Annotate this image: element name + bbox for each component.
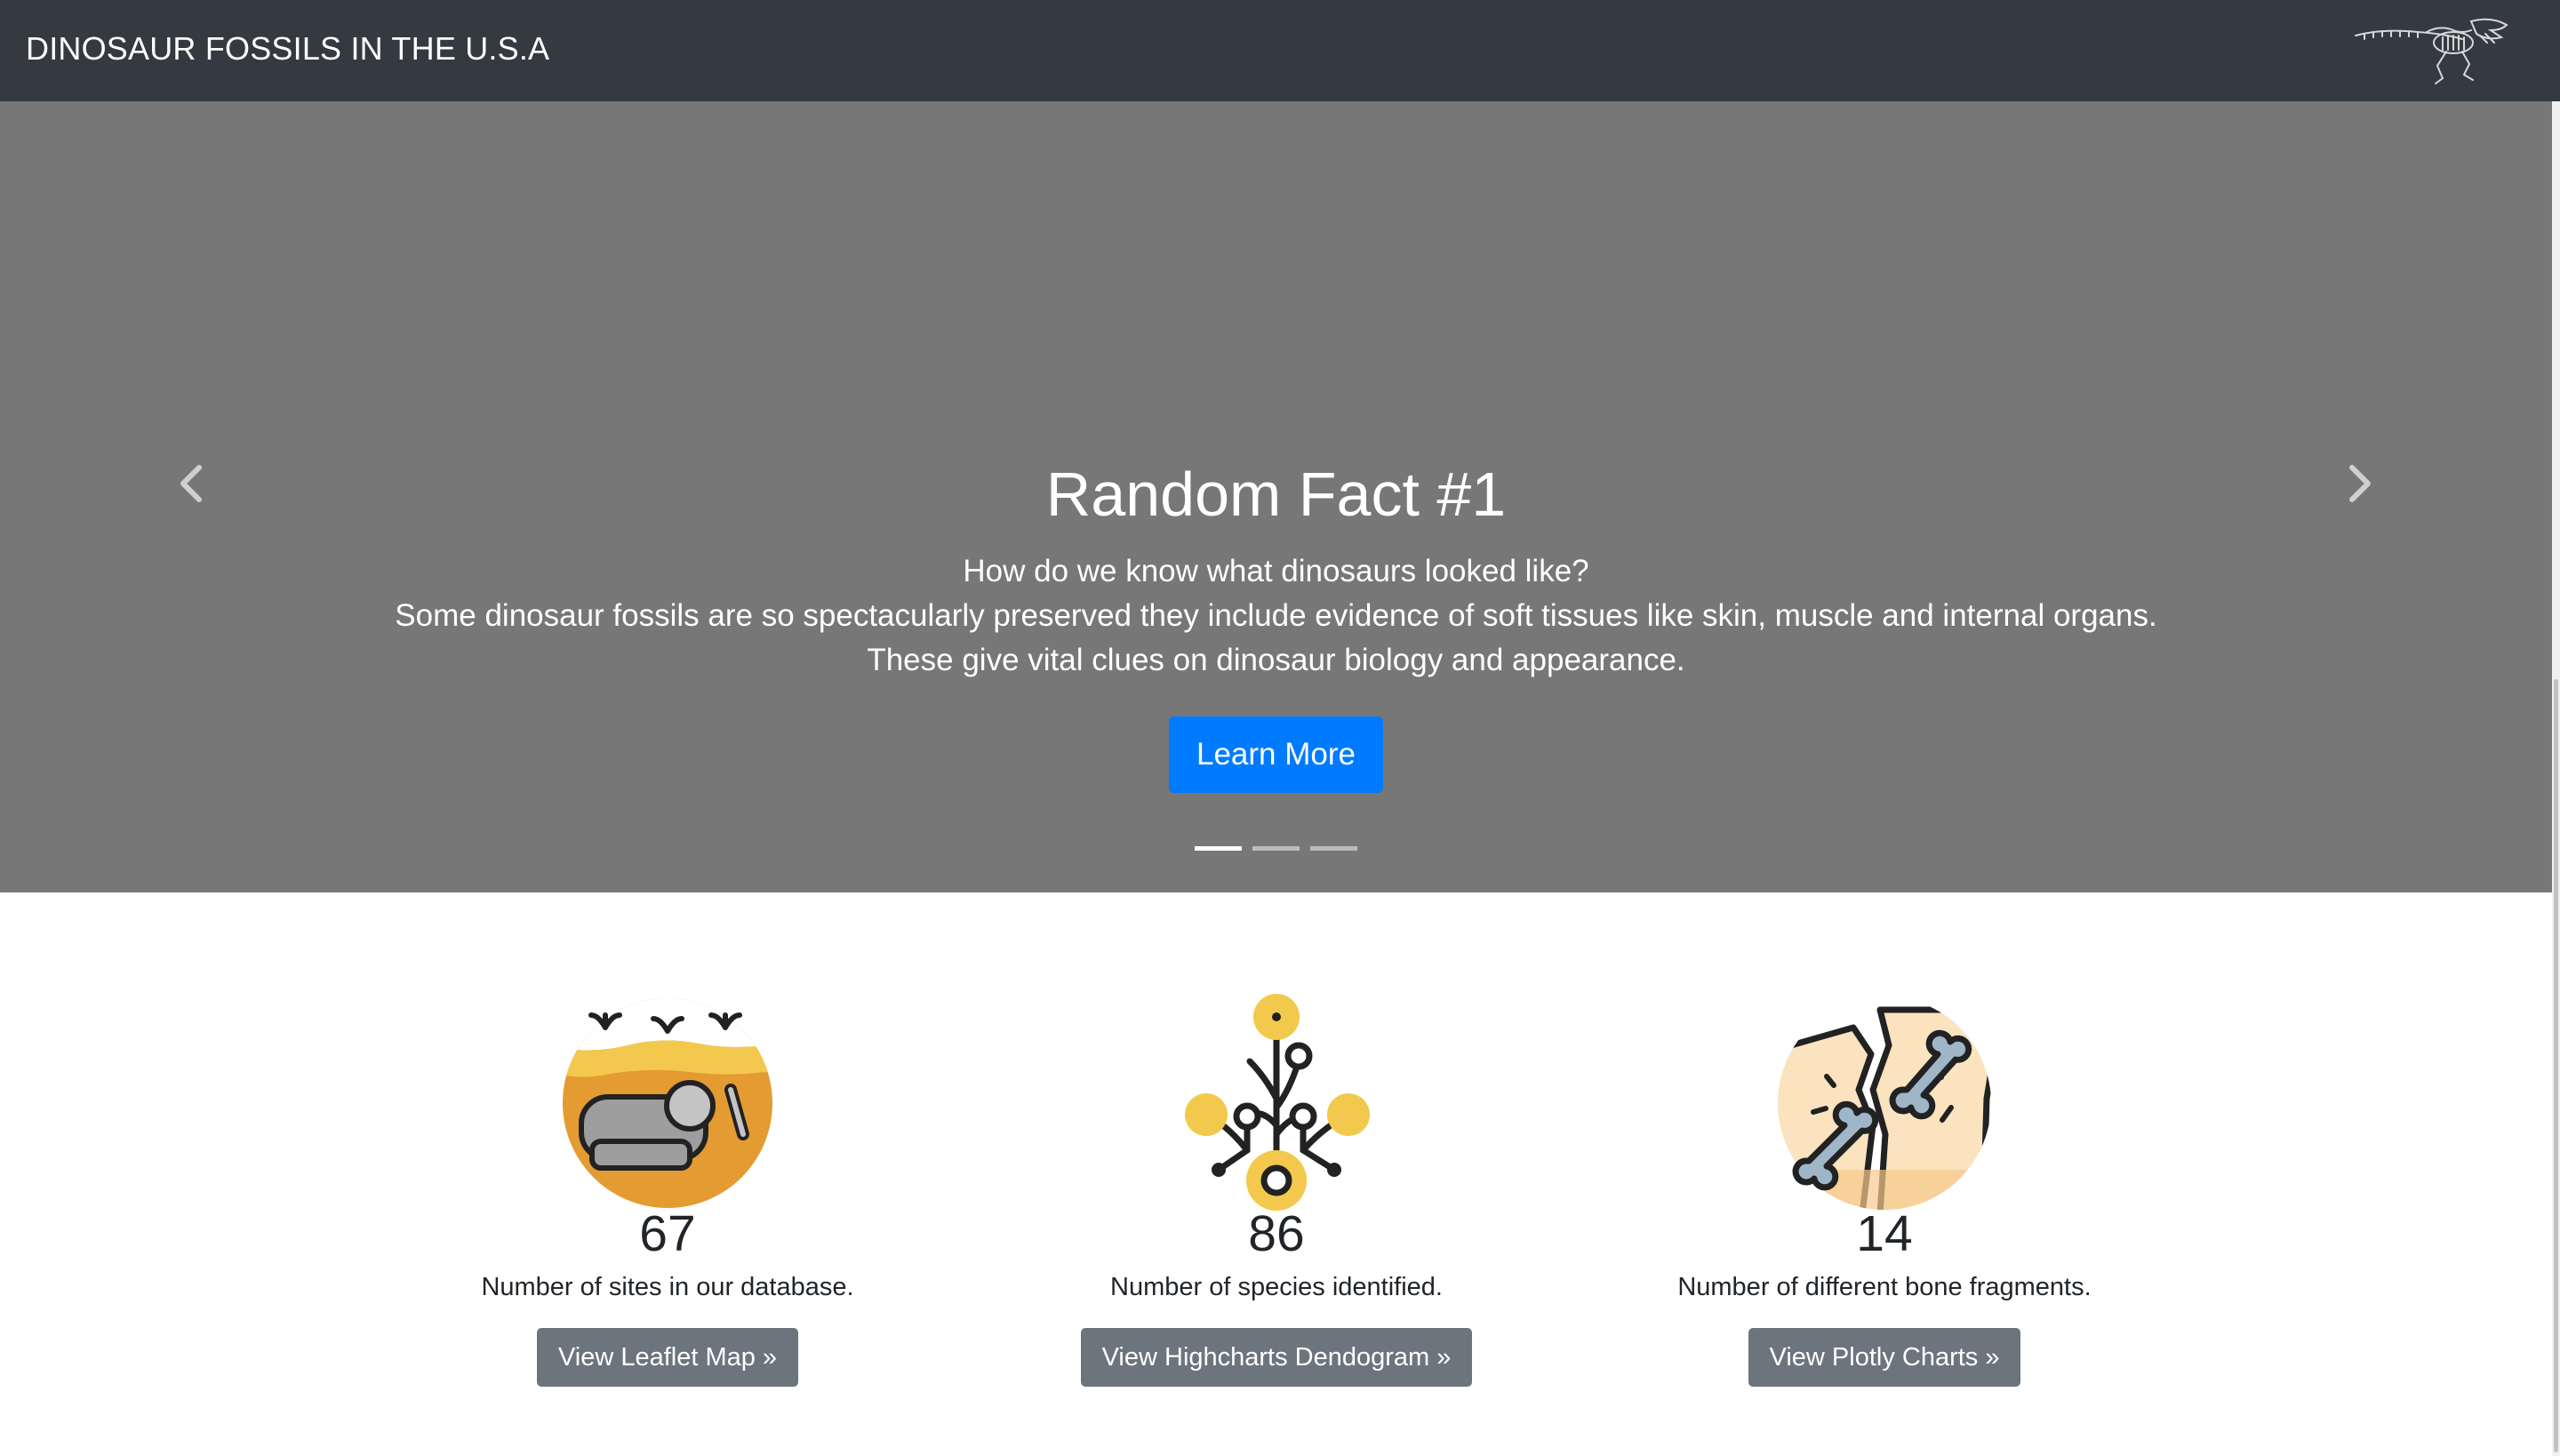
feature-species: 86 Number of species identified. View Hi… xyxy=(1010,892,1543,1387)
bones-description: Number of different bone fragments. xyxy=(1677,1273,2092,1301)
species-description: Number of species identified. xyxy=(1110,1273,1443,1301)
feature-sites: 67 Number of sites in our database. View… xyxy=(401,892,934,1387)
view-leaflet-map-button[interactable]: View Leaflet Map » xyxy=(536,1328,799,1387)
chevron-left-icon[interactable] xyxy=(165,457,219,510)
sites-count: 67 xyxy=(639,1205,696,1262)
scrollbar-thumb[interactable] xyxy=(2554,679,2558,1452)
chevron-right-icon[interactable] xyxy=(2332,457,2386,510)
slide-body: Some dinosaur fossils are so spectacular… xyxy=(395,598,2157,677)
bones-count: 14 xyxy=(1856,1205,1913,1262)
slide-title: Random Fact #1 xyxy=(1045,460,1507,529)
fossil-dig-site-icon xyxy=(563,998,772,1208)
sites-description: Number of sites in our database. xyxy=(481,1273,854,1301)
view-plotly-charts-button[interactable]: View Plotly Charts » xyxy=(1748,1328,2021,1387)
feature-bones: 14 Number of different bone fragments. V… xyxy=(1618,892,2151,1387)
brand-title[interactable]: DINOSAUR FOSSILS IN THE U.S.A xyxy=(26,30,549,68)
carousel-indicator-2[interactable] xyxy=(1252,846,1300,851)
features-section: 67 Number of sites in our database. View… xyxy=(0,892,2552,1456)
slide-question: How do we know what dinosaurs looked lik… xyxy=(963,554,1589,588)
carousel-indicator-3[interactable] xyxy=(1310,846,1357,851)
carousel-indicator-1[interactable] xyxy=(1195,846,1242,851)
navbar: DINOSAUR FOSSILS IN THE U.S.A xyxy=(0,0,2560,101)
learn-more-button[interactable]: Learn More xyxy=(1169,716,1383,793)
carousel-indicators xyxy=(1195,846,1357,851)
view-highcharts-dendogram-button[interactable]: View Highcharts Dendogram » xyxy=(1080,1328,1473,1387)
dendrogram-tree-icon xyxy=(1185,994,1370,1211)
trex-skeleton-icon[interactable] xyxy=(2347,9,2524,89)
carousel-caption: Random Fact #1 How do we know what dinos… xyxy=(373,457,2179,793)
hero-carousel: Random Fact #1 How do we know what dinos… xyxy=(0,101,2552,892)
page-scrollbar[interactable] xyxy=(2552,101,2560,1456)
species-count: 86 xyxy=(1248,1205,1305,1262)
bone-fragments-icon xyxy=(1778,996,1991,1210)
